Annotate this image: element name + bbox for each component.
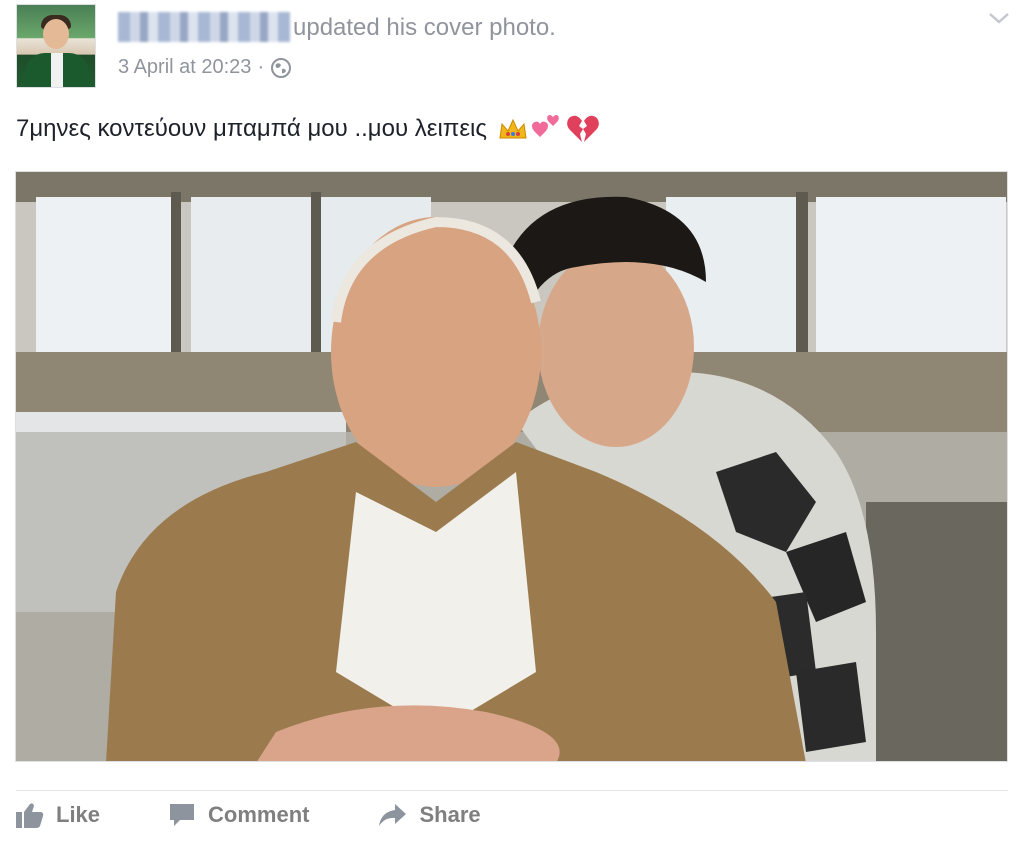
avatar-face — [43, 19, 69, 49]
thumbs-up-icon — [16, 803, 44, 828]
like-label: Like — [56, 802, 101, 827]
post-actions: Like Comment Share — [16, 802, 549, 828]
two-hearts-icon — [531, 115, 559, 137]
cover-photo-image — [16, 172, 1007, 761]
post-timestamp[interactable]: 3 April at 20:23 — [118, 56, 251, 79]
actions-divider — [16, 790, 1008, 791]
post-meta: 3 April at 20:23 · — [118, 56, 292, 79]
share-arrow-icon — [379, 804, 407, 826]
broken-heart-icon — [567, 115, 599, 142]
crown-icon — [499, 118, 527, 139]
chevron-down-icon[interactable] — [986, 8, 1012, 28]
comment-button[interactable]: Comment — [168, 802, 309, 828]
avatar-shirt — [25, 53, 89, 87]
post-headline: updated his cover photo. — [293, 14, 556, 41]
like-button[interactable]: Like — [16, 802, 100, 828]
comment-label: Comment — [208, 802, 310, 827]
share-label: Share — [419, 802, 481, 827]
globe-icon[interactable] — [270, 57, 292, 79]
comment-icon — [170, 804, 195, 826]
post-message: 7μηνες κοντεύουν μπαμπά μου ..μου λειπει… — [16, 115, 487, 142]
cover-photo[interactable] — [15, 171, 1008, 762]
emoji-row — [497, 114, 599, 144]
post-text: 7μηνες κοντεύουν μπαμπά μου ..μου λειπει… — [16, 114, 599, 144]
author-name-blurred[interactable] — [118, 12, 290, 42]
share-button[interactable]: Share — [377, 802, 481, 828]
meta-separator: · — [257, 56, 265, 78]
avatar[interactable] — [16, 4, 96, 88]
